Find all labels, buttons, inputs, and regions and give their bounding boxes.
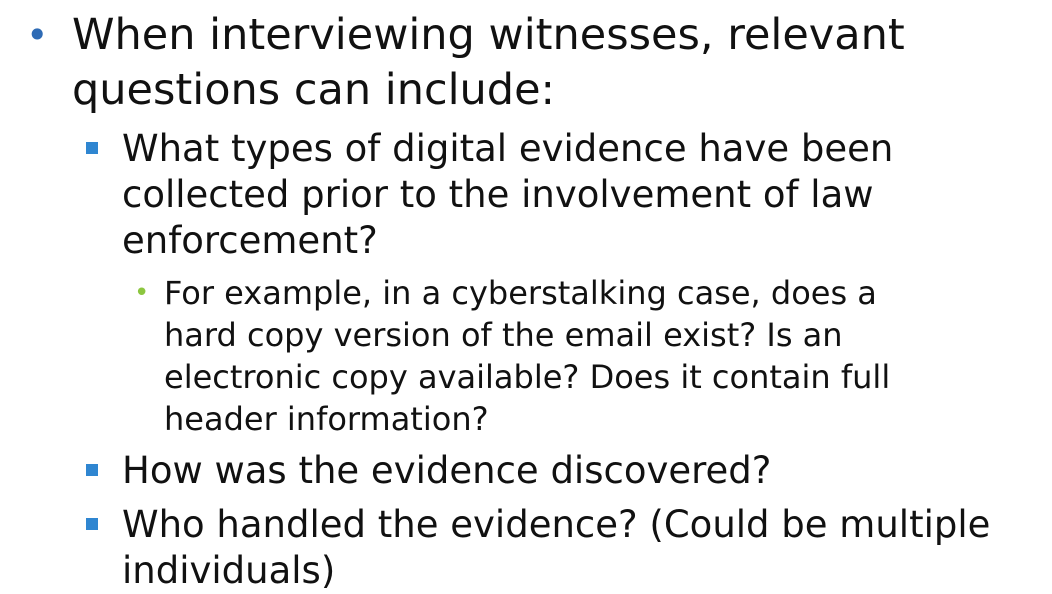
bullet-item-level1-interviewing: • When interviewing witnesses, relevant …: [26, 8, 1032, 118]
square-bullet-icon: [86, 142, 98, 154]
square-bullet-icon: [86, 464, 98, 476]
square-bullet-icon: [86, 518, 98, 530]
bullet-text: Who handled the evidence? (Could be mult…: [122, 503, 991, 592]
bullet-item-level2-handled: Who handled the evidence? (Could be mult…: [86, 502, 1042, 594]
round-bullet-icon: •: [26, 13, 49, 57]
slide: • When interviewing witnesses, relevant …: [0, 0, 1052, 594]
bullet-text: For example, in a cyberstalking case, do…: [164, 274, 891, 438]
bullet-text: How was the evidence discovered?: [122, 449, 772, 492]
bullet-item-level3-cyberstalking-example: • For example, in a cyberstalking case, …: [134, 272, 1044, 440]
round-bullet-icon: •: [134, 278, 150, 308]
bullet-text: What types of digital evidence have been…: [122, 127, 894, 262]
bullet-item-level2-digital-evidence-types: What types of digital evidence have been…: [86, 126, 1042, 264]
bullet-item-level2-discovered: How was the evidence discovered?: [86, 448, 1042, 494]
bullet-text: When interviewing witnesses, relevant qu…: [72, 10, 905, 115]
